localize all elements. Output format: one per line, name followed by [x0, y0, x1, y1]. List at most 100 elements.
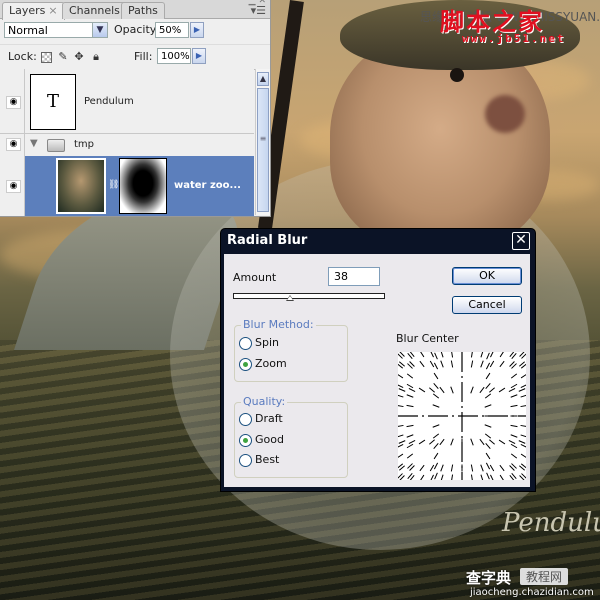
lock-brush-icon[interactable]: ✎ — [57, 51, 69, 63]
blur-ray — [429, 464, 435, 472]
blur-ray — [450, 360, 454, 368]
blur-ray — [406, 443, 414, 449]
radio-button[interactable] — [239, 413, 252, 426]
layers-panel: Layers × Channels Paths ▁ ✕ ▾☰ Normal ▼ O… — [0, 0, 271, 217]
blur-method-group: Blur Method: Spin Zoom — [234, 318, 348, 382]
blur-ray — [484, 433, 492, 439]
blend-mode-select[interactable]: Normal ▼ — [4, 22, 108, 38]
eye-icon[interactable]: ◉ — [6, 180, 21, 193]
blur-ray — [485, 372, 491, 380]
fill-field[interactable]: 100% — [157, 48, 191, 64]
blur-ray — [408, 439, 416, 445]
radio-label: Good — [255, 433, 284, 446]
blur-ray — [485, 362, 491, 370]
lock-label: Lock: — [8, 50, 37, 63]
radio-label: Draft — [255, 412, 283, 425]
radio-button[interactable] — [239, 358, 252, 371]
scroll-thumb[interactable]: ≡ — [257, 88, 269, 212]
cancel-button[interactable]: Cancel — [452, 296, 522, 314]
lock-transparency-icon[interactable] — [41, 52, 52, 63]
blur-ray — [450, 386, 454, 394]
fill-slider-button[interactable]: ▶ — [192, 48, 206, 64]
blur-ray — [484, 393, 492, 399]
eye-icon[interactable]: ◉ — [6, 138, 21, 151]
close-button[interactable]: ✕ — [512, 232, 530, 250]
chevron-down-icon[interactable]: ▼ — [92, 23, 107, 37]
watermark-bottom: 查字典 教程网 jiaocheng.chazidian.com — [466, 567, 600, 600]
blur-ray — [479, 438, 485, 446]
blur-ray — [440, 474, 444, 482]
dialog-title: Radial Blur — [227, 233, 308, 248]
blur-ray — [499, 350, 505, 358]
blur-ray — [430, 350, 434, 358]
blur-ray — [498, 387, 506, 393]
amount-input[interactable]: 38 — [328, 267, 380, 286]
blur-ray — [408, 387, 416, 393]
radio-button[interactable] — [239, 337, 252, 350]
amount-slider[interactable] — [233, 293, 385, 299]
layer-row-water-zoom[interactable]: ◉ ⛓ water zoo... — [0, 156, 254, 216]
blur-ray — [396, 404, 404, 408]
blur-ray — [440, 350, 444, 358]
blur-ray — [433, 362, 439, 370]
blur-center-preview[interactable] — [396, 350, 528, 482]
visibility-cell: ◉ — [0, 134, 25, 156]
blur-ray — [396, 424, 404, 428]
ok-button[interactable]: OK — [452, 267, 522, 285]
amount-slider-thumb[interactable] — [286, 295, 294, 301]
opacity-field[interactable]: 50% — [155, 22, 189, 38]
blur-ray — [450, 464, 454, 472]
lock-move-icon[interactable]: ✥ — [73, 51, 85, 63]
folder-icon — [47, 139, 65, 152]
blur-ray — [450, 350, 454, 358]
lock-all-icon[interactable]: 🔒︎ — [90, 51, 102, 63]
blur-ray — [470, 360, 474, 368]
blur-ray — [510, 394, 518, 398]
expand-triangle-icon[interactable]: ▼ — [30, 138, 38, 149]
layer-row-pendulum[interactable]: ◉ T Pendulum — [0, 69, 254, 134]
blur-ray — [486, 352, 490, 360]
radio-button[interactable] — [239, 454, 252, 467]
tab-channels[interactable]: Channels — [62, 2, 127, 19]
blur-ray — [510, 404, 518, 408]
panel-tabs: Layers × Channels Paths ▁ ✕ ▾☰ — [0, 0, 270, 20]
layer-row-tmp-group[interactable]: ◉ ▼ tmp — [0, 134, 254, 157]
layer-list: ◉ T Pendulum ◉ ▼ tmp ◉ ⛓ water zoo... — [0, 69, 254, 216]
blend-row: Normal ▼ Opacity: 50% ▶ — [0, 20, 270, 42]
blur-ray — [490, 474, 494, 482]
visibility-cell: ◉ — [0, 69, 25, 133]
hamster-nose — [485, 95, 525, 133]
opacity-slider-button[interactable]: ▶ — [190, 22, 204, 38]
blur-ray — [429, 360, 435, 368]
blend-mode-value: Normal — [8, 24, 48, 37]
opacity-label: Opacity: — [114, 23, 160, 36]
radio-label: Zoom — [255, 357, 287, 370]
layer-mask-thumbnail[interactable] — [119, 158, 167, 214]
blur-ray — [520, 404, 528, 408]
blur-ray — [434, 472, 438, 480]
blur-ray — [480, 464, 484, 472]
panel-menu-icon[interactable]: ▾☰ — [251, 4, 266, 17]
radial-blur-dialog: Radial Blur ✕ Amount 38 OK Cancel Blur M… — [220, 228, 536, 492]
tab-layers[interactable]: Layers × — [2, 2, 65, 20]
blur-ray — [429, 387, 435, 393]
blur-ray — [419, 464, 425, 472]
blur-ray — [418, 439, 426, 445]
eye-icon[interactable]: ◉ — [6, 96, 21, 109]
blur-ray — [486, 472, 490, 480]
radio-button[interactable] — [239, 434, 252, 447]
layers-scrollbar[interactable]: ▲ ≡ — [255, 69, 270, 215]
blur-ray — [419, 350, 425, 358]
tab-label: Layers — [9, 4, 46, 17]
blur-ray — [510, 453, 518, 459]
blur-ray — [489, 464, 495, 472]
tab-paths[interactable]: Paths — [121, 2, 165, 19]
blur-ray — [484, 404, 492, 408]
blur-ray — [520, 384, 528, 388]
blur-ray — [499, 360, 505, 368]
scroll-up-button[interactable]: ▲ — [257, 72, 269, 86]
link-icon[interactable]: ⛓ — [108, 180, 119, 190]
close-icon[interactable]: × — [48, 4, 57, 17]
visibility-cell: ◉ — [0, 156, 25, 216]
layer-thumbnail[interactable] — [56, 158, 106, 214]
